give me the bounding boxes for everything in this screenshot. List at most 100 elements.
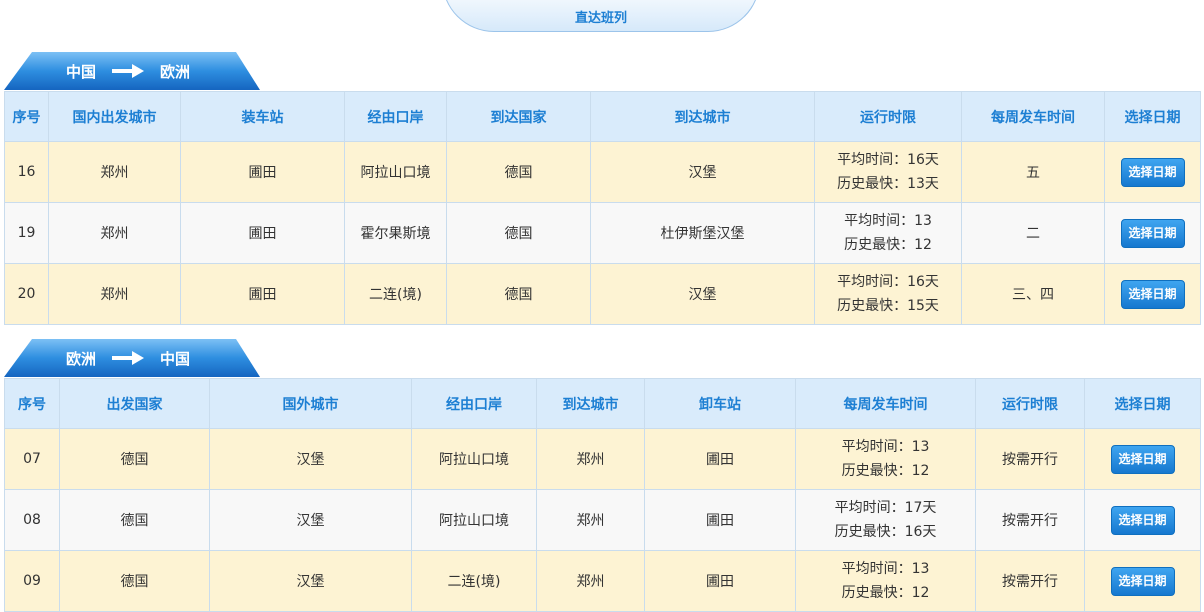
table-row: 09 德国 汉堡 二连(境) 郑州 圃田 平均时间：13 历史最快：12 按需开… [4, 550, 1201, 612]
cell-select: 选择日期 [1104, 141, 1201, 203]
cell-weekly: 三、四 [961, 263, 1105, 325]
avg-time: 平均时间：13 [844, 213, 932, 229]
table-row: 08 德国 汉堡 阿拉山口境 郑州 圃田 平均时间：17天 历史最快：16天 按… [4, 489, 1201, 551]
table-row: 07 德国 汉堡 阿拉山口境 郑州 圃田 平均时间：13 历史最快：12 按需开… [4, 428, 1201, 490]
col-header: 到达城市 [590, 91, 815, 142]
tab-direct-trains[interactable]: 直达班列 [442, 0, 760, 32]
select-date-button[interactable]: 选择日期 [1110, 505, 1175, 535]
cell-port: 霍尔果斯境 [344, 202, 447, 264]
col-header: 选择日期 [1104, 91, 1201, 142]
cell-no: 16 [4, 141, 49, 203]
cell-origin-city: 郑州 [48, 263, 181, 325]
cell-loading-station: 圃田 [180, 141, 345, 203]
cell-foreign-city: 汉堡 [209, 489, 412, 551]
col-header: 卸车站 [644, 378, 796, 429]
cell-foreign-city: 汉堡 [209, 428, 412, 490]
cell-origin-city: 郑州 [48, 141, 181, 203]
cell-limit: 按需开行 [975, 489, 1085, 551]
cell-run-time: 平均时间：13 历史最快：12 [795, 550, 976, 612]
select-date-button[interactable]: 选择日期 [1120, 157, 1185, 187]
col-header: 到达城市 [536, 378, 645, 429]
tab-direct-trains-label: 直达班列 [574, 11, 627, 26]
col-header: 运行时限 [814, 91, 962, 142]
cell-select: 选择日期 [1104, 263, 1201, 325]
select-date-button[interactable]: 选择日期 [1110, 444, 1175, 474]
select-date-button[interactable]: 选择日期 [1120, 279, 1185, 309]
cell-port: 阿拉山口境 [344, 141, 447, 203]
cell-dest-city: 郑州 [536, 489, 645, 551]
best-time: 历史最快：13天 [837, 176, 939, 192]
section-header-europe-china: 欧洲 中国 [4, 339, 260, 377]
cell-origin-country: 德国 [59, 550, 210, 612]
cell-unloading-station: 圃田 [644, 550, 796, 612]
cell-port: 阿拉山口境 [411, 428, 537, 490]
col-header: 国外城市 [209, 378, 412, 429]
cell-run-time: 平均时间：13 历史最快：12 [814, 202, 962, 264]
col-header: 出发国家 [59, 378, 210, 429]
best-time: 历史最快：12 [841, 585, 930, 601]
table-row: 16 郑州 圃田 阿拉山口境 德国 汉堡 平均时间：16天 历史最快：13天 五… [4, 141, 1201, 203]
cell-run-time: 平均时间：17天 历史最快：16天 [795, 489, 976, 551]
cell-origin-city: 郑州 [48, 202, 181, 264]
col-header: 国内出发城市 [48, 91, 181, 142]
col-header: 每周发车时间 [795, 378, 976, 429]
cell-port: 二连(境) [344, 263, 447, 325]
cell-dest-city: 汉堡 [590, 141, 815, 203]
cell-unloading-station: 圃田 [644, 489, 796, 551]
route-from: 中国 [66, 62, 97, 81]
col-header: 序号 [4, 91, 49, 142]
cell-foreign-city: 汉堡 [209, 550, 412, 612]
select-date-button[interactable]: 选择日期 [1120, 218, 1185, 248]
cell-dest-city: 郑州 [536, 428, 645, 490]
cell-loading-station: 圃田 [180, 263, 345, 325]
cell-dest-city: 杜伊斯堡汉堡 [590, 202, 815, 264]
cell-run-time: 平均时间：16天 历史最快：13天 [814, 141, 962, 203]
cell-select: 选择日期 [1084, 550, 1201, 612]
cell-select: 选择日期 [1084, 489, 1201, 551]
cell-port: 二连(境) [411, 550, 537, 612]
table-row: 19 郑州 圃田 霍尔果斯境 德国 杜伊斯堡汉堡 平均时间：13 历史最快：12… [4, 202, 1201, 264]
cell-weekly: 二 [961, 202, 1105, 264]
col-header: 运行时限 [975, 378, 1085, 429]
col-header: 选择日期 [1084, 378, 1201, 429]
avg-time: 平均时间：16天 [837, 274, 939, 290]
cell-no: 09 [4, 550, 60, 612]
cell-select: 选择日期 [1104, 202, 1201, 264]
avg-time: 平均时间：16天 [837, 152, 939, 168]
best-time: 历史最快：16天 [834, 524, 937, 540]
cell-port: 阿拉山口境 [411, 489, 537, 551]
table-header-row: 序号 国内出发城市 装车站 经由口岸 到达国家 到达城市 运行时限 每周发车时间… [4, 91, 1201, 142]
arrow-right-icon [112, 64, 145, 78]
outbound-table: 序号 国内出发城市 装车站 经由口岸 到达国家 到达城市 运行时限 每周发车时间… [4, 91, 1201, 325]
route-to: 中国 [160, 349, 191, 368]
col-header: 每周发车时间 [961, 91, 1105, 142]
col-header: 经由口岸 [411, 378, 537, 429]
avg-time: 平均时间：17天 [834, 500, 937, 516]
cell-select: 选择日期 [1084, 428, 1201, 490]
cell-origin-country: 德国 [59, 489, 210, 551]
cell-run-time: 平均时间：13 历史最快：12 [795, 428, 976, 490]
col-header: 序号 [4, 378, 60, 429]
inbound-table: 序号 出发国家 国外城市 经由口岸 到达城市 卸车站 每周发车时间 运行时限 选… [4, 378, 1201, 612]
avg-time: 平均时间：13 [841, 439, 930, 455]
cell-no: 19 [4, 202, 49, 264]
cell-dest-country: 德国 [446, 202, 591, 264]
col-header: 经由口岸 [344, 91, 447, 142]
cell-limit: 按需开行 [975, 550, 1085, 612]
section-header-china-europe: 中国 欧洲 [4, 52, 260, 90]
cell-origin-country: 德国 [59, 428, 210, 490]
cell-dest-city: 郑州 [536, 550, 645, 612]
route-from: 欧洲 [66, 349, 97, 368]
col-header: 装车站 [180, 91, 345, 142]
select-date-button[interactable]: 选择日期 [1110, 566, 1175, 596]
col-header: 到达国家 [446, 91, 591, 142]
table-header-row: 序号 出发国家 国外城市 经由口岸 到达城市 卸车站 每周发车时间 运行时限 选… [4, 378, 1201, 429]
avg-time: 平均时间：13 [841, 561, 930, 577]
cell-run-time: 平均时间：16天 历史最快：15天 [814, 263, 962, 325]
cell-loading-station: 圃田 [180, 202, 345, 264]
route-to: 欧洲 [160, 62, 191, 81]
best-time: 历史最快：12 [841, 463, 930, 479]
cell-weekly: 五 [961, 141, 1105, 203]
cell-no: 20 [4, 263, 49, 325]
cell-dest-city: 汉堡 [590, 263, 815, 325]
